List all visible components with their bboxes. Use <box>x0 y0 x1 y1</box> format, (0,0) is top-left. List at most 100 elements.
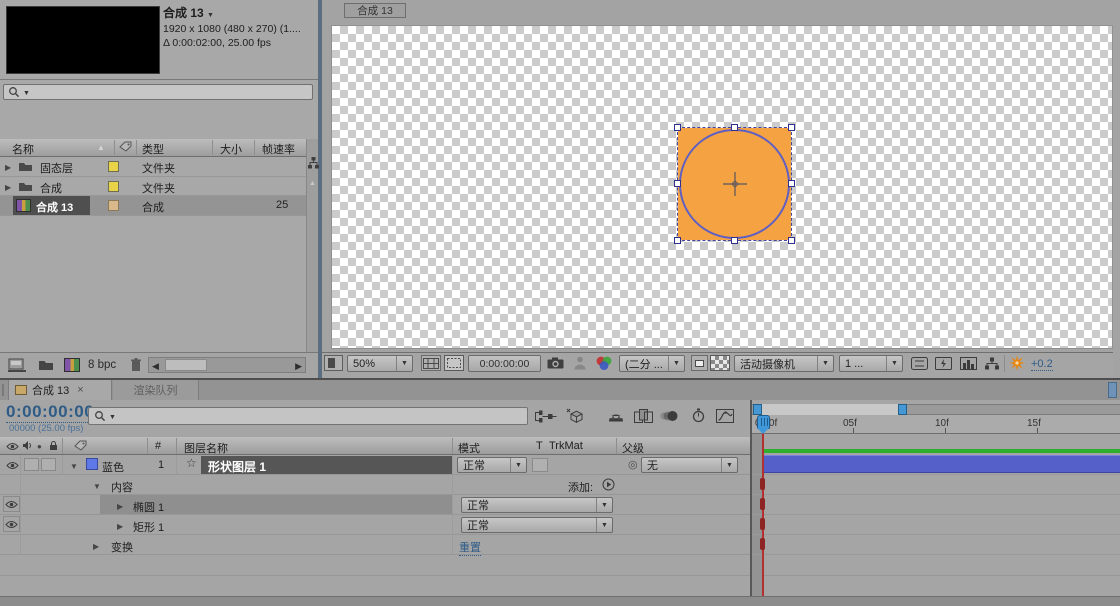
timeline-search-input[interactable] <box>88 407 528 425</box>
frame-blend-icon[interactable] <box>634 409 653 423</box>
contents-twirl-icon[interactable] <box>93 480 101 492</box>
group-row-contents[interactable]: 内容 添加: <box>0 475 752 495</box>
layer-duration-bar[interactable] <box>763 455 1120 473</box>
label-color-swatch[interactable] <box>108 200 119 211</box>
layer-label-name[interactable]: 蓝色 <box>102 459 124 475</box>
label-column-icon[interactable] <box>119 141 132 155</box>
selection-handle-nw[interactable] <box>674 124 681 131</box>
navigator-handle-left[interactable] <box>753 404 762 415</box>
bit-depth-label[interactable]: 8 bpc <box>88 359 116 371</box>
chevron-down-icon[interactable] <box>596 518 612 532</box>
eye-toggle-box[interactable] <box>3 516 20 532</box>
comp-flowchart-icon[interactable] <box>984 357 1000 370</box>
project-row-solids[interactable]: 固态层 文件夹 <box>0 157 306 176</box>
reset-link[interactable]: 重置 <box>459 539 481 556</box>
ellipse-mode-select[interactable]: 正常 <box>461 497 613 513</box>
shape-layer-selection[interactable] <box>678 128 791 240</box>
rectangle-mode-select[interactable]: 正常 <box>461 517 613 533</box>
transparency-grid-icon[interactable] <box>710 355 730 371</box>
column-header-name[interactable]: 名称 <box>12 141 34 157</box>
shy-icon[interactable] <box>608 411 624 422</box>
parent-pickwhip-icon[interactable] <box>628 458 638 471</box>
eye-toggle-box[interactable] <box>3 496 20 512</box>
twirl-icon[interactable] <box>5 181 11 193</box>
layer-row-shape-layer-1[interactable]: 蓝色 1 形状图层 1 正常 无 <box>0 455 752 475</box>
current-time-display[interactable]: 0:00:00:00 <box>6 402 94 423</box>
zoom-select[interactable]: 50% <box>347 355 413 372</box>
trkmat-box[interactable] <box>532 458 548 472</box>
tab-close-icon[interactable]: × <box>77 384 83 396</box>
eye-icon[interactable] <box>6 461 19 473</box>
parent-select[interactable]: 无 <box>641 457 738 473</box>
project-search-input[interactable] <box>3 84 313 100</box>
viewer-timecode-button[interactable]: 0:00:00:00 <box>468 355 541 372</box>
new-folder-icon[interactable] <box>38 359 54 371</box>
search-options-icon[interactable] <box>23 86 30 98</box>
exposure-toggle-icon[interactable] <box>935 357 952 370</box>
layer-mode-select[interactable]: 正常 <box>457 457 527 473</box>
project-row-comps-folder[interactable]: 合成 文件夹 <box>0 177 306 196</box>
region-toggle-icon[interactable] <box>691 355 708 371</box>
always-preview-icon[interactable] <box>324 355 343 371</box>
flowchart-icon[interactable] <box>308 157 319 172</box>
navigator-handle-right[interactable] <box>898 404 907 415</box>
view-count-select[interactable]: 1 ... <box>839 355 903 372</box>
comp-mini-flowchart-icon[interactable] <box>534 410 558 423</box>
selection-handle-n[interactable] <box>731 124 738 131</box>
layer-twirl-icon[interactable] <box>70 460 78 472</box>
timeline-vscroll-top[interactable] <box>1108 382 1117 398</box>
viewer-tab[interactable]: 合成 13 <box>344 3 406 18</box>
scroll-right-icon[interactable] <box>295 360 302 372</box>
add-menu-icon[interactable] <box>602 478 615 494</box>
lock-toggle-box[interactable] <box>41 458 56 471</box>
show-channels-icon[interactable] <box>595 356 613 371</box>
scroll-left-icon[interactable] <box>152 360 159 372</box>
timeline-tab-render-queue[interactable]: 渲染队列 <box>113 380 199 400</box>
graph-editor-icon[interactable] <box>716 409 734 423</box>
selection-handle-w[interactable] <box>674 180 681 187</box>
snapshot-camera-icon[interactable] <box>547 357 564 369</box>
exposure-value[interactable]: +0.2 <box>1031 358 1053 371</box>
ellipse-twirl-icon[interactable] <box>117 500 123 512</box>
safe-margins-icon[interactable] <box>421 355 441 371</box>
view-layout-select[interactable]: 活动摄像机 <box>734 355 834 372</box>
column-header-fps[interactable]: 帧速率 <box>262 141 295 157</box>
chevron-down-icon[interactable] <box>596 498 612 512</box>
chevron-down-icon[interactable] <box>668 356 684 371</box>
pixel-aspect-icon[interactable] <box>911 357 928 370</box>
label-color-swatch[interactable] <box>108 161 119 172</box>
chevron-down-icon[interactable] <box>510 458 526 472</box>
project-row-comp13[interactable]: 合成 13 合成 25 <box>0 196 306 215</box>
show-snapshot-icon[interactable] <box>574 356 586 370</box>
selection-handle-ne[interactable] <box>788 124 795 131</box>
rectangle-twirl-icon[interactable] <box>117 520 123 532</box>
region-of-interest-icon[interactable] <box>444 355 464 371</box>
scroll-up-icon[interactable] <box>309 176 316 188</box>
group-row-rectangle[interactable]: 矩形 1 正常 <box>0 515 752 535</box>
twirl-icon[interactable] <box>5 161 11 173</box>
trash-icon[interactable] <box>130 357 142 372</box>
comp-name-dropdown-icon[interactable] <box>207 6 214 20</box>
chevron-down-icon[interactable] <box>396 356 412 371</box>
selection-handle-e[interactable] <box>788 180 795 187</box>
sort-ascending-icon[interactable] <box>97 141 105 153</box>
resolution-select[interactable]: (二分 ... <box>619 355 685 372</box>
project-hscrollbar[interactable] <box>148 357 306 373</box>
search-options-icon[interactable] <box>109 410 116 422</box>
draft-3d-icon[interactable] <box>566 408 583 424</box>
group-row-ellipse[interactable]: 椭圆 1 正常 <box>0 495 752 515</box>
new-composition-icon[interactable] <box>64 358 80 372</box>
anchor-point-icon[interactable] <box>723 172 747 199</box>
interpret-footage-icon[interactable] <box>8 358 27 373</box>
current-time-indicator[interactable] <box>757 415 770 429</box>
transform-twirl-icon[interactable] <box>93 540 99 552</box>
timeline-tab-comp[interactable]: 合成 13 × <box>8 380 112 400</box>
column-header-size[interactable]: 大小 <box>220 141 242 157</box>
project-comp-name[interactable]: 合成 13 <box>163 6 204 20</box>
selection-handle-sw[interactable] <box>674 237 681 244</box>
auto-keyframe-icon[interactable] <box>692 408 705 423</box>
histogram-icon[interactable] <box>960 357 977 370</box>
layer-name-cell[interactable]: 形状图层 1 <box>201 456 452 474</box>
chevron-down-icon[interactable] <box>721 458 737 472</box>
solo-toggle-box[interactable] <box>24 458 39 471</box>
